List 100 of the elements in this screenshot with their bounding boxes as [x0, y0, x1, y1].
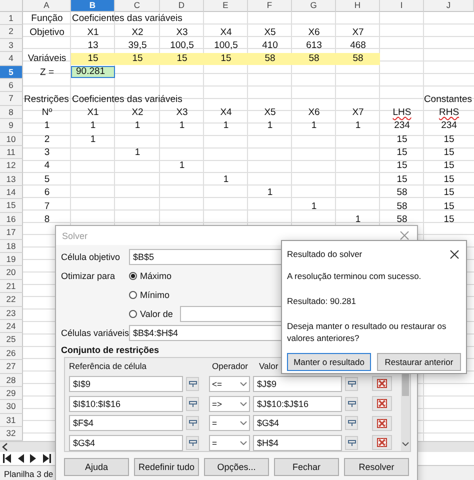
operator-dropdown[interactable]: = — [209, 415, 250, 432]
value-field[interactable]: $H$4 — [253, 434, 342, 451]
row-header[interactable]: 9 — [0, 119, 23, 133]
shrink-button[interactable] — [186, 436, 199, 450]
value-field[interactable]: $J$9 — [253, 376, 342, 392]
row-header[interactable]: 24 — [0, 320, 23, 334]
column-header[interactable]: B — [71, 0, 115, 12]
row-header[interactable]: 21 — [0, 280, 23, 294]
row-header[interactable]: 11 — [0, 146, 23, 160]
row-header[interactable]: 3 — [0, 38, 23, 52]
highlighted-cell: 15 — [71, 52, 115, 66]
column-header[interactable]: J — [424, 0, 474, 12]
value-field[interactable]: $G$4 — [253, 415, 342, 432]
operator-dropdown[interactable]: = — [209, 434, 250, 451]
selected-cell[interactable]: 90.281 — [71, 66, 115, 78]
row-header[interactable]: 16 — [0, 212, 23, 226]
cell-text: 7 — [44, 200, 50, 212]
scroll-down-icon[interactable] — [402, 442, 409, 446]
shrink-icon — [188, 380, 196, 387]
radio-button[interactable] — [129, 291, 137, 299]
dialog-button[interactable]: Resolver — [344, 458, 409, 476]
operator-dropdown[interactable]: <= — [209, 376, 250, 392]
row-header[interactable]: 28 — [0, 374, 23, 387]
dialog-button[interactable]: Manter o resultado — [287, 353, 371, 371]
row-header[interactable]: 8 — [0, 106, 23, 120]
row-header[interactable]: 23 — [0, 306, 23, 320]
row-header[interactable]: 22 — [0, 293, 23, 307]
dialog-button[interactable]: Restaurar anterior — [377, 353, 461, 371]
value-field[interactable]: $J$10:$J$16 — [253, 396, 342, 412]
row-header[interactable]: 31 — [0, 414, 23, 428]
cell-text: 1 — [44, 120, 50, 132]
shrink-button[interactable] — [345, 376, 358, 391]
delete-button[interactable] — [372, 435, 392, 450]
shrink-button[interactable] — [186, 396, 199, 411]
column-header[interactable]: F — [248, 0, 292, 12]
radio-label[interactable]: Valor de — [140, 309, 173, 319]
shrink-button[interactable] — [345, 396, 358, 411]
cell-text: Restrições — [24, 94, 69, 105]
row-header[interactable]: 30 — [0, 400, 23, 414]
row-header[interactable]: 13 — [0, 172, 23, 186]
shrink-button[interactable] — [186, 376, 199, 391]
reference-field[interactable]: $I$9 — [69, 376, 183, 392]
delete-button[interactable] — [372, 416, 392, 431]
radio-button[interactable] — [129, 310, 137, 318]
previous-sheet-icon[interactable] — [17, 454, 24, 462]
column-header[interactable]: G — [292, 0, 336, 12]
row-header[interactable]: 19 — [0, 253, 23, 266]
scroll-left-icon[interactable] — [2, 442, 8, 450]
row-header[interactable]: 32 — [0, 427, 23, 440]
shrink-button[interactable] — [345, 436, 358, 450]
row-header[interactable]: 5 — [0, 66, 23, 79]
row-header[interactable]: 18 — [0, 240, 23, 254]
row-header[interactable]: 4 — [0, 52, 23, 66]
radio-button[interactable] — [129, 272, 137, 280]
column-header[interactable]: E — [204, 0, 248, 12]
column-header[interactable]: A — [23, 0, 71, 12]
shrink-button[interactable] — [345, 416, 358, 430]
next-sheet-icon[interactable] — [30, 454, 37, 462]
last-sheet-icon[interactable] — [43, 454, 51, 462]
row-header[interactable]: 7 — [0, 92, 23, 106]
row-header[interactable]: 25 — [0, 333, 23, 347]
row-header[interactable]: 17 — [0, 226, 23, 240]
reference-field[interactable]: $G$4 — [69, 434, 183, 451]
reference-field[interactable]: $F$4 — [69, 415, 183, 432]
delete-button[interactable] — [372, 376, 392, 392]
delete-row-icon — [377, 399, 387, 408]
row-header[interactable]: 27 — [0, 360, 23, 374]
row-header[interactable]: 1 — [0, 12, 23, 26]
column-header[interactable]: C — [115, 0, 160, 12]
radio-label[interactable]: Mínimo — [140, 290, 170, 300]
row-header[interactable]: 26 — [0, 346, 23, 360]
dialog-button[interactable]: Redefinir tudo — [134, 458, 199, 476]
row-header[interactable]: 15 — [0, 199, 23, 213]
dialog-title: Solver — [62, 230, 88, 240]
field-label: Célula objetivo — [61, 251, 122, 264]
cell-text: 15 — [444, 134, 454, 145]
row-header[interactable]: 14 — [0, 186, 23, 200]
row-header[interactable]: 6 — [0, 78, 23, 92]
cell-text: 58 — [396, 200, 408, 212]
delete-button[interactable] — [372, 396, 392, 412]
reference-field[interactable]: $I$10:$I$16 — [69, 396, 183, 412]
column-header[interactable]: I — [380, 0, 424, 12]
row-header[interactable]: 12 — [0, 159, 23, 173]
cell-text: Função — [31, 13, 63, 24]
cell-text: X7 — [352, 26, 364, 38]
row-header[interactable]: 10 — [0, 132, 23, 146]
first-sheet-icon[interactable] — [3, 454, 11, 462]
operator-dropdown[interactable]: => — [209, 396, 250, 412]
column-heading: Operador — [212, 361, 249, 372]
column-header[interactable]: D — [160, 0, 204, 12]
row-header[interactable]: 20 — [0, 266, 23, 280]
row-header[interactable]: 2 — [0, 25, 23, 39]
shrink-button[interactable] — [186, 416, 199, 430]
dialog-button[interactable]: Fechar — [274, 458, 339, 476]
close-icon[interactable] — [450, 250, 459, 258]
radio-label[interactable]: Máximo — [140, 271, 172, 281]
dialog-button[interactable]: Ajuda — [64, 458, 129, 476]
column-header[interactable]: H — [336, 0, 380, 12]
row-header[interactable]: 29 — [0, 386, 23, 400]
dialog-button[interactable]: Opções... — [204, 458, 269, 476]
